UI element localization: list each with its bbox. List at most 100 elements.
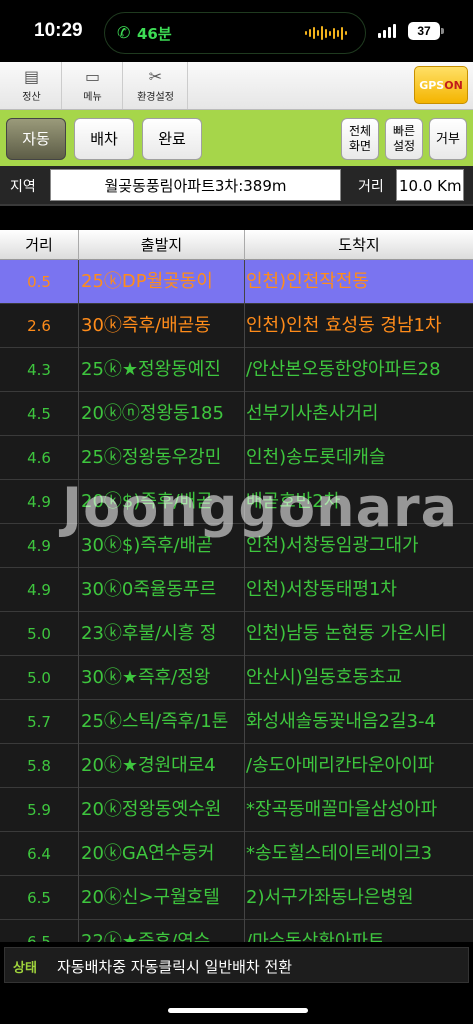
gps-label: GPS: [419, 79, 445, 92]
row-origin: 20ⓚ신>구월호텔: [79, 876, 245, 920]
table-row[interactable]: 5.9 20ⓚ정왕동옛수원 *장곡동매꼴마을삼성아파: [0, 788, 473, 832]
table-row[interactable]: 6.4 20ⓚGA연수동커 *송도힐스테이트레이크3: [0, 832, 473, 876]
row-distance: 5.8: [0, 744, 79, 788]
row-destination: /송도아메리칸타운아이파: [246, 755, 435, 776]
status-footer: 상태 자동배차중 자동클릭시 일반배차 전환: [0, 942, 473, 990]
row-destination: /안산본오동한양아파트28: [246, 359, 441, 380]
clock: 10:29: [34, 20, 83, 41]
row-distance: 2.6: [0, 304, 79, 348]
row-destination: 인천)송도롯데캐슬: [246, 447, 386, 468]
quick-settings-label-1: 빠른: [392, 124, 416, 138]
table-row[interactable]: 2.6 30ⓚ즉후/배곧동 인천)인천 효성동 경남1차: [0, 304, 473, 348]
settlement-label: 정산: [22, 92, 41, 103]
row-distance: 6.4: [0, 832, 79, 876]
row-origin: 25ⓚ★정왕동예진: [79, 348, 245, 392]
status-label: 상태: [13, 961, 37, 976]
row-distance: 5.7: [0, 700, 79, 744]
table-row[interactable]: 4.9 30ⓚ$)즉후/배곧 인천)서창동임광그대가: [0, 524, 473, 568]
row-origin: 30ⓚ즉후/배곧동: [79, 304, 245, 348]
table-row[interactable]: 6.5 20ⓚ신>구월호텔 2)서구가좌동나은병원: [0, 876, 473, 920]
row-distance: 6.5: [0, 920, 79, 942]
row-destination: *장곡동매꼴마을삼성아파: [246, 799, 438, 820]
row-destination: 인천)남동 논현동 가온시티: [246, 623, 447, 644]
row-distance: 4.5: [0, 392, 79, 436]
row-destination: 2)서구가좌동나은병원: [246, 887, 414, 908]
status-text: 자동배차중 자동클릭시 일반배차 전환: [57, 958, 293, 976]
call-pill[interactable]: ✆ 46분: [104, 12, 366, 54]
call-duration: 46분: [137, 25, 172, 43]
column-destination[interactable]: 도착지: [245, 230, 473, 260]
row-origin: 30ⓚ★즉후/정왕: [79, 656, 245, 700]
row-destination: /마수동상환아파트: [246, 931, 385, 942]
menu-icon: ▭: [84, 67, 101, 86]
home-indicator[interactable]: [168, 1008, 308, 1013]
table-row[interactable]: 4.5 20ⓚⓝ정왕동185 선부기사촌사거리: [0, 392, 473, 436]
full-screen-label-2: 화면: [348, 139, 372, 153]
row-destination: 인천)서창동임광그대가: [246, 535, 419, 556]
tools-icon: ✂: [148, 67, 163, 86]
table-row[interactable]: 4.6 25ⓚ정왕동우강민 인천)송도롯데캐슬: [0, 436, 473, 480]
table-row[interactable]: 5.7 25ⓚ스틱/즉후/1톤 화성새솔동꽃내음2길3-4: [0, 700, 473, 744]
distance-field[interactable]: 10.0 Km: [396, 169, 464, 201]
table-row[interactable]: 0.5 25ⓚDP월곶동이 인천)인천작전동: [0, 260, 473, 304]
table-row[interactable]: 4.9 20ⓚ$)즉후/배곧 배곧호반2차: [0, 480, 473, 524]
reject-button[interactable]: 거부: [429, 118, 467, 160]
region-field[interactable]: 월곶동풍림아파트3차:389m: [50, 169, 341, 201]
region-label: 지역: [10, 179, 36, 195]
battery-tip: [441, 28, 444, 34]
row-destination: 화성새솔동꽃내음2길3-4: [246, 711, 436, 732]
row-origin: 20ⓚⓝ정왕동185: [79, 392, 245, 436]
order-list[interactable]: 0.5 25ⓚDP월곶동이 인천)인천작전동 2.6 30ⓚ즉후/배곧동 인천)인천 효성…: [0, 260, 473, 942]
row-distance: 4.9: [0, 480, 79, 524]
reject-label: 거부: [436, 131, 460, 147]
row-distance: 5.9: [0, 788, 79, 832]
table-row[interactable]: 4.9 30ⓚ0죽율동푸르 인천)서창동태평1차: [0, 568, 473, 612]
table-row[interactable]: 5.0 23ⓚ후불/시흥 정 인천)남동 논현동 가온시티: [0, 612, 473, 656]
phone-icon: ✆: [117, 23, 131, 42]
row-origin: 20ⓚ정왕동옛수원: [79, 788, 245, 832]
table-row[interactable]: 6.5 22ⓚ★즉후/연수/마수동상환아파트: [0, 920, 473, 942]
row-distance: 4.3: [0, 348, 79, 392]
column-origin[interactable]: 출발지: [79, 230, 245, 260]
tab-dispatch[interactable]: 배차: [74, 118, 134, 160]
row-origin: 30ⓚ$)즉후/배곧: [79, 524, 245, 568]
full-screen-button[interactable]: 전체 화면: [341, 118, 379, 160]
quick-settings-button[interactable]: 빠른 설정: [385, 118, 423, 160]
row-origin: 25ⓚDP월곶동이: [79, 260, 245, 304]
full-screen-label-1: 전체: [348, 124, 372, 138]
settings-label: 환경설정: [137, 92, 174, 103]
row-destination: 안산시)일동호동초교: [246, 667, 403, 688]
row-distance: 4.9: [0, 568, 79, 612]
table-row[interactable]: 5.8 20ⓚ★경원대로4/송도아메리칸타운아이파: [0, 744, 473, 788]
row-origin: 20ⓚGA연수동커: [79, 832, 245, 876]
menu-label: 메뉴: [83, 92, 102, 103]
filter-bar: 자동 배차 완료 전체 화면 빠른 설정 거부: [0, 110, 473, 166]
row-origin: 20ⓚ$)즉후/배곧: [79, 480, 245, 524]
gps-toggle[interactable]: GPSON: [414, 66, 468, 104]
row-distance: 0.5: [0, 260, 79, 304]
row-distance: 5.0: [0, 656, 79, 700]
row-origin: 22ⓚ★즉후/연수: [79, 920, 245, 942]
row-origin: 23ⓚ후불/시흥 정: [79, 612, 245, 656]
distance-label: 거리: [358, 179, 384, 195]
top-toolbar: ▤ 정산 ▭ 메뉴 ✂ 환경설정 GPSON: [0, 62, 473, 110]
status-box: 상태 자동배차중 자동클릭시 일반배차 전환: [4, 947, 469, 983]
settlement-button[interactable]: ▤ 정산: [2, 62, 62, 109]
gps-state: ON: [444, 79, 463, 92]
quick-settings-label-2: 설정: [392, 139, 416, 153]
row-distance: 6.5: [0, 876, 79, 920]
table-row[interactable]: 5.0 30ⓚ★즉후/정왕 안산시)일동호동초교: [0, 656, 473, 700]
tab-completed[interactable]: 완료: [142, 118, 202, 160]
audio-wave-icon: [305, 25, 349, 41]
row-destination: 인천)서창동태평1차: [246, 579, 397, 600]
table-row[interactable]: 4.3 25ⓚ★정왕동예진/안산본오동한양아파트28: [0, 348, 473, 392]
table-header: 거리 출발지 도착지: [0, 230, 473, 260]
settings-button[interactable]: ✂ 환경설정: [124, 62, 188, 109]
column-distance[interactable]: 거리: [0, 230, 79, 260]
tab-auto[interactable]: 자동: [6, 118, 66, 160]
menu-button[interactable]: ▭ 메뉴: [63, 62, 123, 109]
register-icon: ▤: [23, 67, 40, 86]
row-origin: 20ⓚ★경원대로4: [79, 744, 245, 788]
row-distance: 5.0: [0, 612, 79, 656]
region-row: 지역 월곶동풍림아파트3차:389m 거리 10.0 Km: [0, 166, 473, 206]
